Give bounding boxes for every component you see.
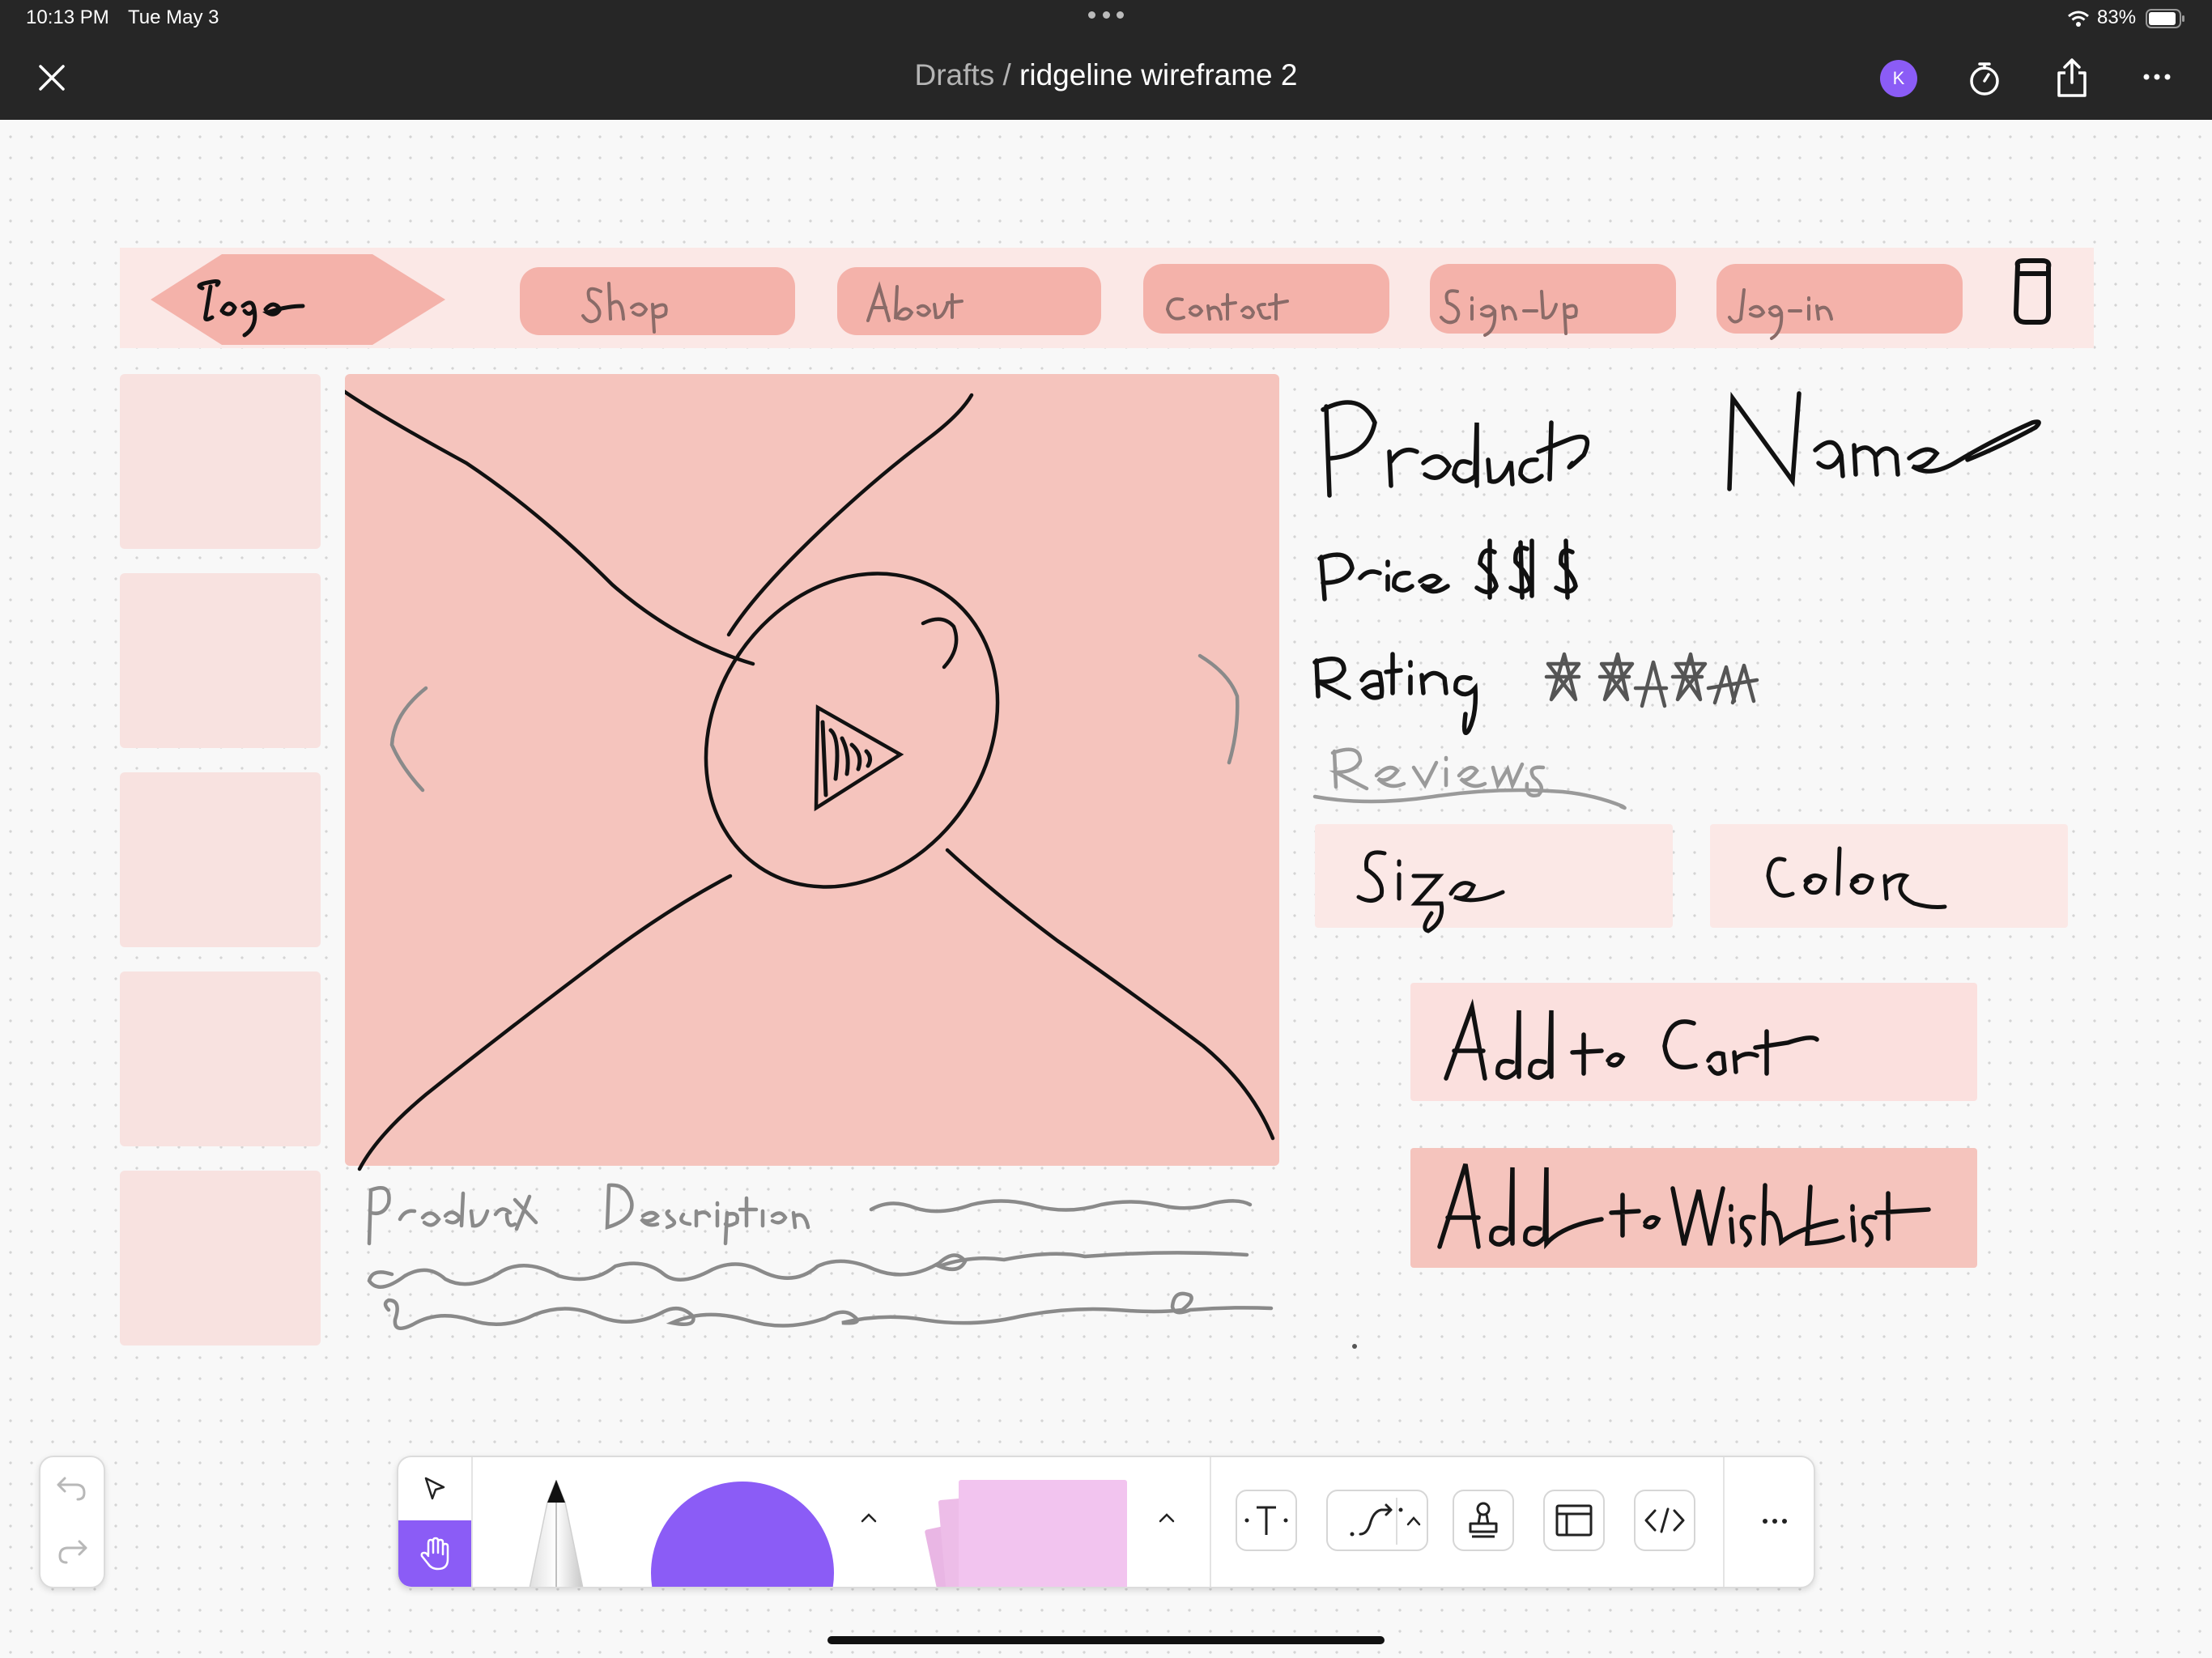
share-icon[interactable]: [2053, 57, 2091, 99]
main-toolbar: [397, 1456, 1815, 1588]
select-tool[interactable]: [398, 1457, 471, 1520]
select-icon: [424, 1477, 445, 1500]
button-labels: [1437, 998, 1931, 1250]
connector-tool[interactable]: [1326, 1490, 1428, 1551]
sketch-nav-labels: [581, 281, 1833, 340]
size-color-labels: [1356, 846, 1947, 933]
more-icon[interactable]: [1762, 1517, 1788, 1525]
title-bar: 10:13 PM Tue May 3 83% Drafts / ridgelin…: [0, 0, 2212, 120]
thumbnail-3[interactable]: [120, 772, 321, 947]
undo-redo-panel: [39, 1456, 105, 1588]
code-icon: [1644, 1507, 1685, 1533]
multitasking-dots-icon[interactable]: [1088, 11, 1124, 23]
file-name[interactable]: ridgeline wireframe 2: [1019, 58, 1297, 91]
status-date: Tue May 3: [128, 6, 219, 28]
battery-percentage: 83%: [2097, 6, 2137, 28]
pen-icon[interactable]: [520, 1480, 593, 1588]
text-tool[interactable]: [1236, 1490, 1297, 1551]
chevron-up-icon[interactable]: [1158, 1512, 1176, 1524]
sketch-logo[interactable]: [144, 249, 449, 350]
chevron-up-icon[interactable]: [860, 1512, 878, 1524]
text-icon: [1244, 1506, 1288, 1535]
redo-icon[interactable]: [57, 1538, 87, 1566]
product-info-sketch: [1312, 391, 2041, 810]
stray-dot: [1352, 1344, 1357, 1349]
shape-icon[interactable]: [651, 1482, 834, 1587]
embed-code-tool[interactable]: [1634, 1490, 1695, 1551]
home-indicator[interactable]: [827, 1636, 1385, 1644]
thumbnail-1[interactable]: [120, 374, 321, 549]
stamp-icon: [1469, 1502, 1498, 1538]
status-time: 10:13 PM: [26, 6, 109, 28]
chevron-up-icon: [1406, 1516, 1421, 1526]
video-play-sketch: [345, 389, 1275, 1171]
stamp-tool[interactable]: [1453, 1490, 1514, 1551]
wifi-icon: [2068, 11, 2089, 27]
section-tool[interactable]: [1543, 1490, 1605, 1551]
thumbnail-4[interactable]: [120, 971, 321, 1146]
hand-tool[interactable]: [398, 1520, 471, 1587]
more-icon[interactable]: [2142, 71, 2172, 83]
thumbnail-2[interactable]: [120, 573, 321, 748]
product-description-sketch: [367, 1183, 1274, 1331]
battery-icon: [2146, 9, 2184, 28]
timer-icon[interactable]: [1966, 60, 2003, 97]
sticky-note-icon[interactable]: [959, 1480, 1127, 1587]
hand-icon: [420, 1537, 449, 1571]
undo-icon[interactable]: [57, 1475, 87, 1503]
cart-icon[interactable]: [2005, 257, 2061, 325]
section-icon: [1555, 1504, 1593, 1537]
thumbnail-5[interactable]: [120, 1171, 321, 1346]
breadcrumb-separator: /: [994, 58, 1020, 91]
avatar[interactable]: K: [1880, 60, 1917, 97]
breadcrumb-drafts[interactable]: Drafts: [915, 58, 995, 91]
